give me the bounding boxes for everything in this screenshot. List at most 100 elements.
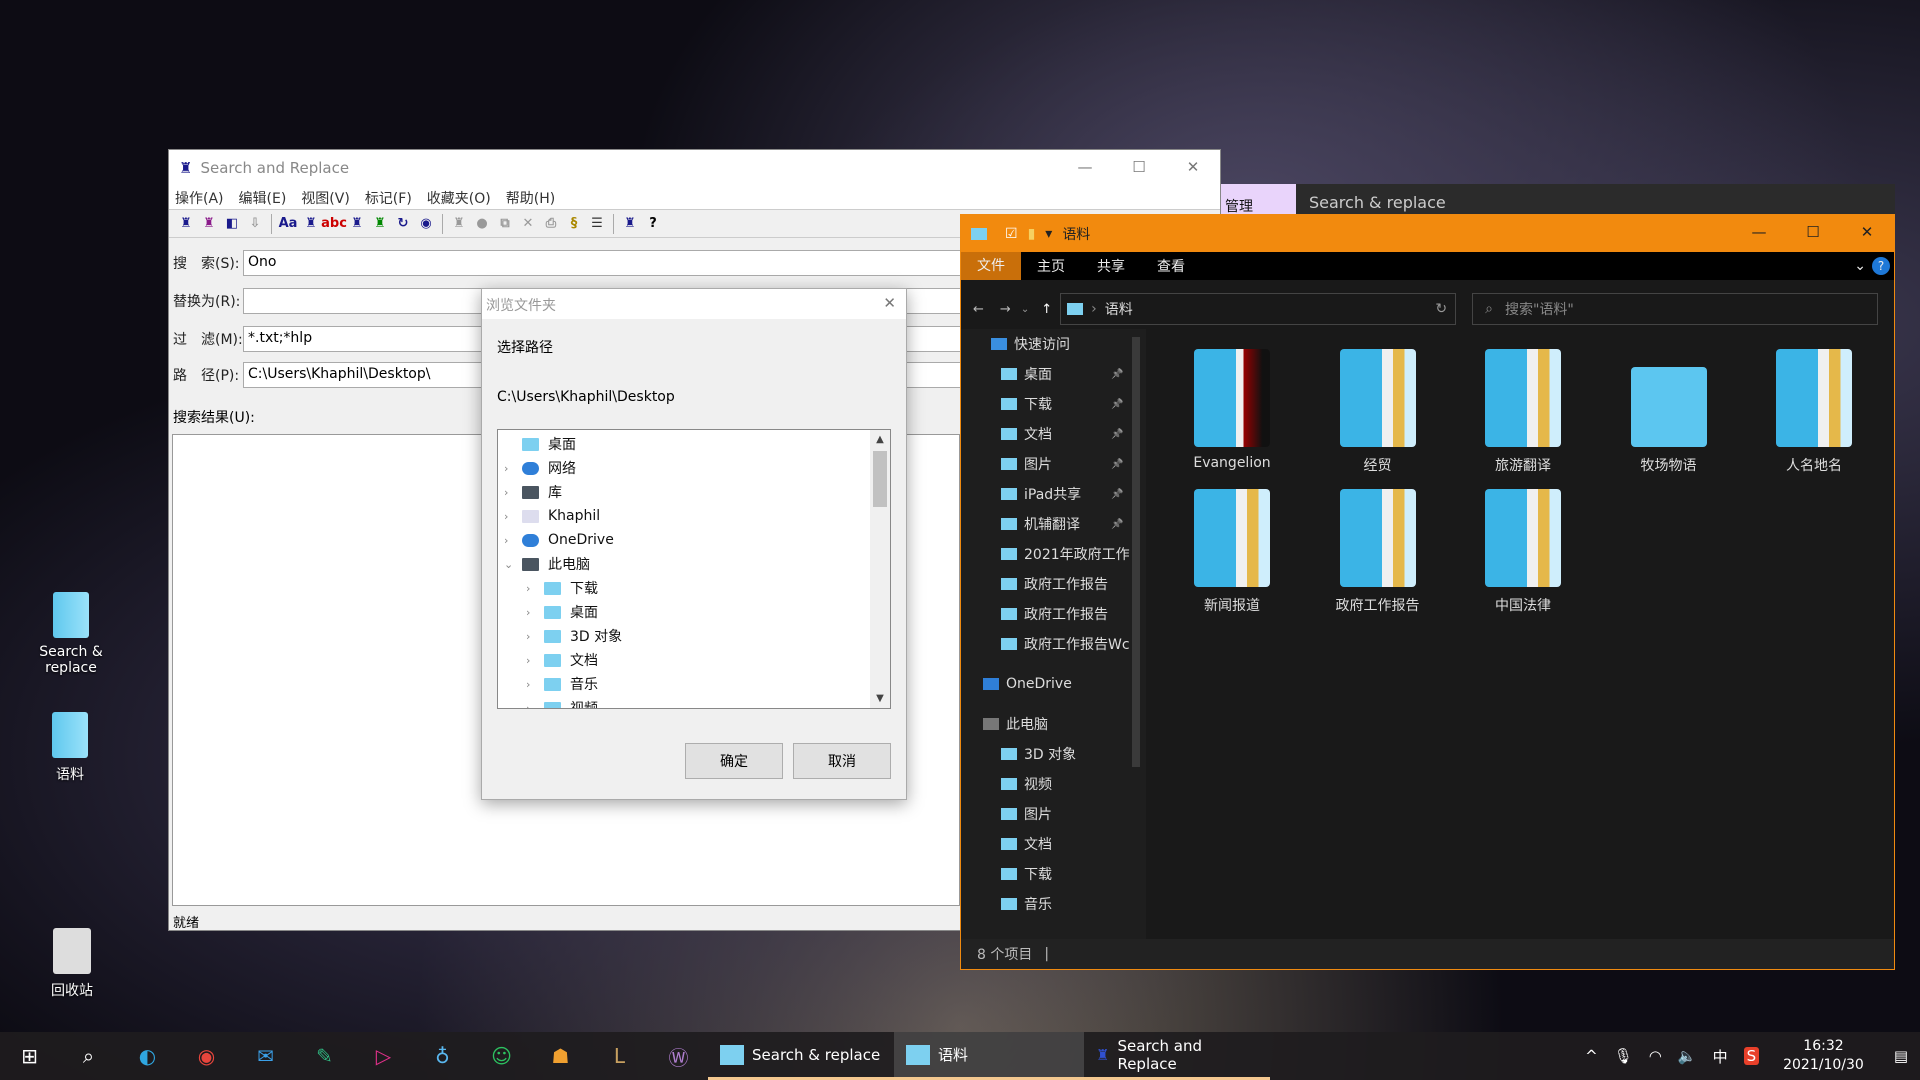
pin-icon[interactable]: 📌 [1111,519,1123,530]
nav-item[interactable]: OneDrive [983,671,1072,697]
chevron-right-icon[interactable]: › [526,582,544,595]
wifi-icon[interactable]: ◠ [1649,1047,1662,1065]
wechat-icon[interactable]: ☺ [472,1032,531,1080]
folder-item[interactable]: 中国法律 [1453,489,1593,615]
taskbar-app-search-and-replace[interactable]: ♜ Search and Replace [1084,1032,1270,1080]
pin-icon[interactable]: 📌 [1111,399,1123,410]
folder-item[interactable]: 人名地名 [1744,349,1884,475]
nav-item[interactable]: 2021年政府工作 [1001,541,1130,567]
tree-item[interactable]: › Khaphil [504,504,600,528]
chevron-right-icon[interactable]: › [526,678,544,691]
nav-item[interactable]: 下载 📌 [1001,391,1123,417]
close-button[interactable]: ✕ [1840,215,1894,249]
tree-item[interactable]: › 下载 [526,576,598,600]
wps-icon[interactable]: Ⓦ [649,1032,708,1080]
back-icon[interactable]: ← [973,302,984,317]
desktop-icon-search-replace[interactable]: Search & replace [23,592,119,676]
tree-item[interactable]: › 网络 [504,456,576,480]
tree-item[interactable]: › 文档 [526,648,598,672]
nav-item[interactable]: 文档 📌 [1001,421,1123,447]
start-button[interactable]: ⊞ [0,1032,59,1080]
chevron-right-icon[interactable]: › [526,630,544,643]
chevron-right-icon[interactable]: › [526,654,544,667]
tab-share[interactable]: 共享 [1081,256,1141,276]
nav-scrollbar[interactable] [1132,337,1140,767]
help-search-icon[interactable]: ♜ [621,215,639,233]
case-search-icon[interactable]: Aa [279,215,298,233]
nav-item[interactable]: 下载 [1001,861,1052,887]
league-icon[interactable]: L [590,1032,649,1080]
tree-item[interactable]: › OneDrive [504,528,614,552]
game-icon[interactable]: ☗ [531,1032,590,1080]
menu-favorites[interactable]: 收藏夹(O) [427,188,491,208]
globe-icon[interactable]: ● [473,215,491,233]
nav-item[interactable]: 图片 📌 [1001,451,1123,477]
microphone-icon[interactable]: 🎙 [1614,1047,1633,1065]
tree-item[interactable]: › 库 [504,480,562,504]
breadcrumb[interactable]: 语料 [1105,299,1133,319]
folder-search-icon[interactable]: ♜ [302,215,320,233]
pin-icon[interactable]: 📌 [1111,489,1123,500]
replace-icon[interactable]: ♜ [200,215,218,233]
nav-item[interactable]: 快速访问 [991,331,1070,357]
goto-icon[interactable]: ♜ [450,215,468,233]
list-icon[interactable]: ☰ [588,215,606,233]
minimize-button[interactable]: — [1058,150,1112,184]
tree-item[interactable]: › 音乐 [526,672,598,696]
options-icon[interactable]: ◧ [223,215,241,233]
maximize-button[interactable]: ☐ [1786,215,1840,249]
tab-file[interactable]: 文件 [961,252,1021,280]
volume-icon[interactable]: 🔈 [1678,1047,1697,1065]
clock[interactable]: 16:32 2021/10/30 [1783,1037,1864,1075]
edge-icon[interactable]: ◐ [118,1032,177,1080]
sogou-ime-icon[interactable]: S [1743,1047,1760,1065]
mail-icon[interactable]: ✉ [236,1032,295,1080]
pin-icon[interactable]: 📌 [1111,369,1123,380]
help-icon[interactable]: ? [644,215,662,233]
tree-item[interactable]: › 视频 [526,696,598,708]
abc-search-icon[interactable]: abc [321,215,347,233]
search-icon[interactable]: ♜ [177,215,195,233]
ok-button[interactable]: 确定 [685,743,783,779]
folder-item[interactable]: 政府工作报告 [1308,489,1448,615]
folder-item[interactable]: Evangelion [1162,349,1302,471]
properties-icon[interactable]: ☑ [1005,226,1018,242]
menu-mark[interactable]: 标记(F) [365,188,412,208]
new-folder-icon[interactable]: ▮ [1028,226,1036,242]
folder-item[interactable]: 旅游翻译 [1453,349,1593,475]
refresh-icon[interactable]: ↻ [1435,301,1447,317]
nav-item[interactable]: 政府工作报告 [1001,601,1108,627]
nav-item[interactable]: 视频 [1001,771,1052,797]
pin-icon[interactable]: 📌 [1111,429,1123,440]
ime-indicator[interactable]: 中 [1713,1046,1728,1067]
chevron-right-icon[interactable]: › [504,534,522,547]
close-button[interactable]: ✕ [883,294,896,312]
desktop-icon-corpus[interactable]: 语料 [22,712,118,784]
search-input[interactable]: ⌕ 搜索"语料" [1472,293,1879,325]
menu-view[interactable]: 视图(V) [301,188,350,208]
forward-icon[interactable]: → [1000,302,1011,317]
tree-item[interactable]: › 桌面 [526,600,598,624]
recent-icon[interactable]: ⌄ [1021,304,1029,315]
taskbar-app-search-replace[interactable]: Search & replace [708,1032,894,1080]
script-icon[interactable]: § [565,215,583,233]
chevron-right-icon[interactable]: › [526,606,544,619]
nav-item[interactable]: 政府工作报告Wc [1001,631,1130,657]
zip-search-icon[interactable]: ♜ [371,215,389,233]
up-icon[interactable]: ↑ [1041,302,1052,317]
chevron-right-icon[interactable]: › [504,462,522,475]
html-icon[interactable]: ◉ [417,215,435,233]
notification-icon[interactable]: ▤ [1894,1047,1908,1065]
qq-icon[interactable]: ♁ [413,1032,472,1080]
nav-item[interactable]: 政府工作报告 [1001,571,1108,597]
pin-icon[interactable]: 📌 [1111,459,1123,470]
folder-item[interactable]: 经贸 [1308,349,1448,475]
nav-item[interactable]: 此电脑 [983,711,1048,737]
nav-item[interactable]: 音乐 [1001,891,1052,917]
menu-action[interactable]: 操作(A) [175,188,224,208]
nav-item[interactable]: 桌面 📌 [1001,361,1123,387]
folder-item[interactable]: 新闻报道 [1162,489,1302,615]
cancel-button[interactable]: 取消 [793,743,891,779]
chevron-down-icon[interactable]: ⌄ [504,558,522,571]
navigation-pane[interactable]: 快速访问 桌面 📌 下载 📌 文档 📌 图片 📌 iPad共享 📌 机辅翻译 📌 2021年政府工作 政府工… [961,329,1146,939]
